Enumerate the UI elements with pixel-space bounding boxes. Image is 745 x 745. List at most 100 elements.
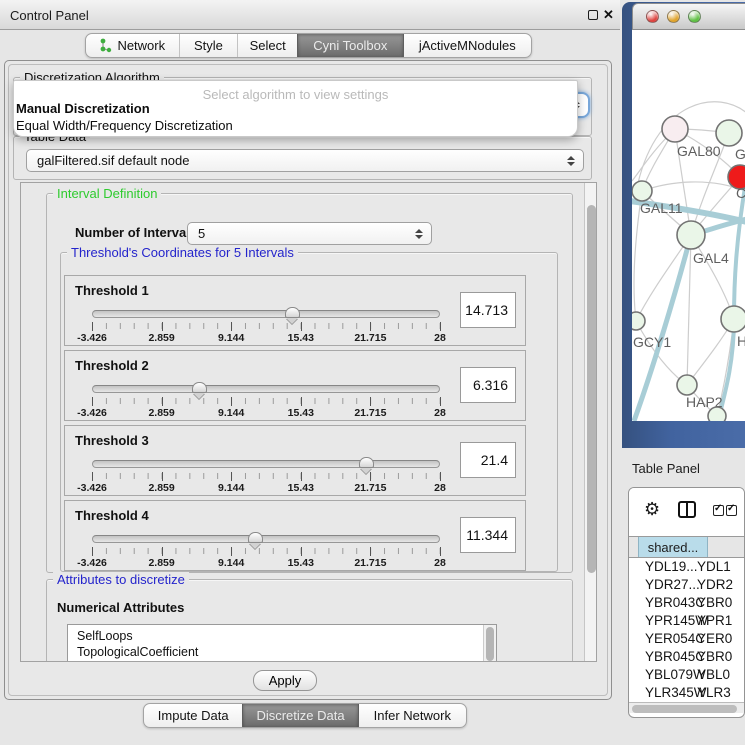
tab-discretize-data[interactable]: Discretize Data xyxy=(242,704,357,727)
slider-thumb[interactable] xyxy=(285,307,300,318)
slider-track[interactable] xyxy=(92,535,440,543)
combo-arrows-icon xyxy=(567,156,575,166)
tab-cyni-toolbox[interactable]: Cyni Toolbox xyxy=(297,34,403,57)
tab-style[interactable]: Style xyxy=(179,34,238,57)
tab-network[interactable]: Network xyxy=(86,34,179,57)
network-node[interactable] xyxy=(632,312,645,330)
list-scrollbar[interactable] xyxy=(483,625,496,662)
cell-name[interactable]: YBL0 xyxy=(697,666,737,684)
attribute-item[interactable]: SelfLoops xyxy=(68,628,496,644)
network-node[interactable] xyxy=(662,116,688,142)
attributes-listbox[interactable]: SelfLoopsTopologicalCoefficientBetweenne… xyxy=(67,624,497,662)
table-row[interactable]: YBL079WYBL0 xyxy=(629,666,744,684)
settings-scrollbar[interactable] xyxy=(584,183,597,662)
major-tick xyxy=(92,397,93,406)
slider-thumb[interactable] xyxy=(192,382,207,393)
major-tick xyxy=(440,472,441,481)
table-row[interactable]: YLR345WYLR3 xyxy=(629,684,744,702)
column-header-shared-name[interactable]: shared... xyxy=(638,537,708,557)
column-header-name[interactable]: na xyxy=(708,537,745,557)
table-row[interactable]: YDL19...YDL1 xyxy=(629,558,744,576)
traffic-light-close-icon[interactable] xyxy=(646,10,659,23)
major-tick xyxy=(301,397,302,406)
threshold-value-field[interactable]: 11.344 xyxy=(460,517,516,553)
traffic-light-zoom-icon[interactable] xyxy=(688,10,701,23)
apply-button[interactable]: Apply xyxy=(253,670,317,691)
major-tick xyxy=(231,472,232,481)
cell-shared-name[interactable]: YBR043C xyxy=(629,594,697,612)
threshold-value-field[interactable]: 14.713 xyxy=(460,292,516,328)
cell-shared-name[interactable]: YDR27... xyxy=(629,576,697,594)
tab-label: Style xyxy=(194,38,223,53)
cell-shared-name[interactable]: YBR045C xyxy=(629,648,697,666)
cell-name[interactable]: YBR0 xyxy=(697,648,737,666)
slider-track[interactable] xyxy=(92,460,440,468)
threshold-value-field[interactable]: 6.316 xyxy=(460,367,516,403)
cell-name[interactable]: YER0 xyxy=(697,630,737,648)
table-data-combobox[interactable]: galFiltered.sif default node xyxy=(26,149,584,172)
split-columns-icon[interactable] xyxy=(678,501,696,518)
network-node[interactable] xyxy=(716,120,742,146)
cell-name[interactable]: YDR2 xyxy=(697,576,737,594)
tab-jactivemnodules[interactable]: jActiveMNodules xyxy=(403,34,531,57)
table-row[interactable]: YPR145WYPR1 xyxy=(629,612,744,630)
network-graph: GAL80GACGAL11GAL4GCY1HHAP2 xyxy=(632,30,745,421)
combo-value: 5 xyxy=(198,226,205,241)
num-intervals-combobox[interactable]: 5 xyxy=(187,222,432,245)
major-tick xyxy=(162,322,163,331)
horizontal-scrollbar-thumb[interactable] xyxy=(632,705,737,713)
network-node[interactable] xyxy=(632,181,652,201)
cell-shared-name[interactable]: YDL19... xyxy=(629,558,697,576)
threshold-slider[interactable]: -3.4262.8599.14415.4321.71528 xyxy=(92,310,440,344)
dropdown-option-manual[interactable]: Manual Discretization xyxy=(16,101,150,116)
slider-thumb[interactable] xyxy=(248,532,263,543)
network-node[interactable] xyxy=(721,306,745,332)
network-node[interactable] xyxy=(677,375,697,395)
close-icon[interactable]: ✕ xyxy=(603,7,614,23)
cell-name[interactable]: YPR1 xyxy=(697,612,737,630)
threshold-slider[interactable]: -3.4262.8599.14415.4321.71528 xyxy=(92,385,440,419)
major-tick xyxy=(92,547,93,556)
dropdown-option-equal-width[interactable]: Equal Width/Frequency Discretization xyxy=(16,118,233,133)
threshold-value-field[interactable]: 21.4 xyxy=(460,442,516,478)
tab-label: Impute Data xyxy=(158,708,229,723)
table-row[interactable]: YER054CYER0 xyxy=(629,630,744,648)
checkbox-icon[interactable] xyxy=(713,505,724,516)
threshold-slider[interactable]: -3.4262.8599.14415.4321.71528 xyxy=(92,460,440,494)
cell-shared-name[interactable]: YPR145W xyxy=(629,612,697,630)
attribute-item[interactable]: BetweennessCentrality xyxy=(68,660,496,662)
attribute-item[interactable]: TopologicalCoefficient xyxy=(68,644,496,660)
table-row[interactable]: YBR045CYBR0 xyxy=(629,648,744,666)
checkbox-icon[interactable] xyxy=(726,505,737,516)
tick-label: 2.859 xyxy=(148,557,174,569)
tab-impute-data[interactable]: Impute Data xyxy=(144,704,242,727)
threshold-slider[interactable]: -3.4262.8599.14415.4321.71528 xyxy=(92,535,440,569)
tab-infer-network[interactable]: Infer Network xyxy=(358,704,466,727)
list-scrollbar-thumb[interactable] xyxy=(486,627,494,661)
tick-label: -3.426 xyxy=(77,482,107,494)
cell-name[interactable]: YLR3 xyxy=(697,684,737,702)
cell-shared-name[interactable]: YLR345W xyxy=(629,684,697,702)
network-node[interactable] xyxy=(708,407,726,421)
major-tick xyxy=(231,397,232,406)
traffic-light-minimize-icon[interactable] xyxy=(667,10,680,23)
slider-track[interactable] xyxy=(92,385,440,393)
settings-scrollbar-thumb[interactable] xyxy=(587,205,596,573)
table-panel-title: Table Panel xyxy=(632,461,700,476)
network-node[interactable] xyxy=(677,221,705,249)
horizontal-scrollbar[interactable] xyxy=(629,702,744,713)
table-row[interactable]: YBR043CYBR0 xyxy=(629,594,744,612)
slider-track[interactable] xyxy=(92,310,440,318)
gear-icon[interactable]: ⚙ xyxy=(644,499,660,520)
float-window-icon[interactable] xyxy=(588,10,598,20)
slider-thumb[interactable] xyxy=(359,457,374,468)
tick-label: 28 xyxy=(434,332,446,344)
cell-name[interactable]: YDL1 xyxy=(697,558,737,576)
cell-shared-name[interactable]: YBL079W xyxy=(629,666,697,684)
table-row[interactable]: YDR27...YDR2 xyxy=(629,576,744,594)
tab-select[interactable]: Select xyxy=(237,34,297,57)
cell-name[interactable]: YBR0 xyxy=(697,594,737,612)
network-canvas[interactable]: GAL80GACGAL11GAL4GCY1HHAP2 xyxy=(632,30,745,421)
slider-ticks xyxy=(92,548,440,554)
cell-shared-name[interactable]: YER054C xyxy=(629,630,697,648)
